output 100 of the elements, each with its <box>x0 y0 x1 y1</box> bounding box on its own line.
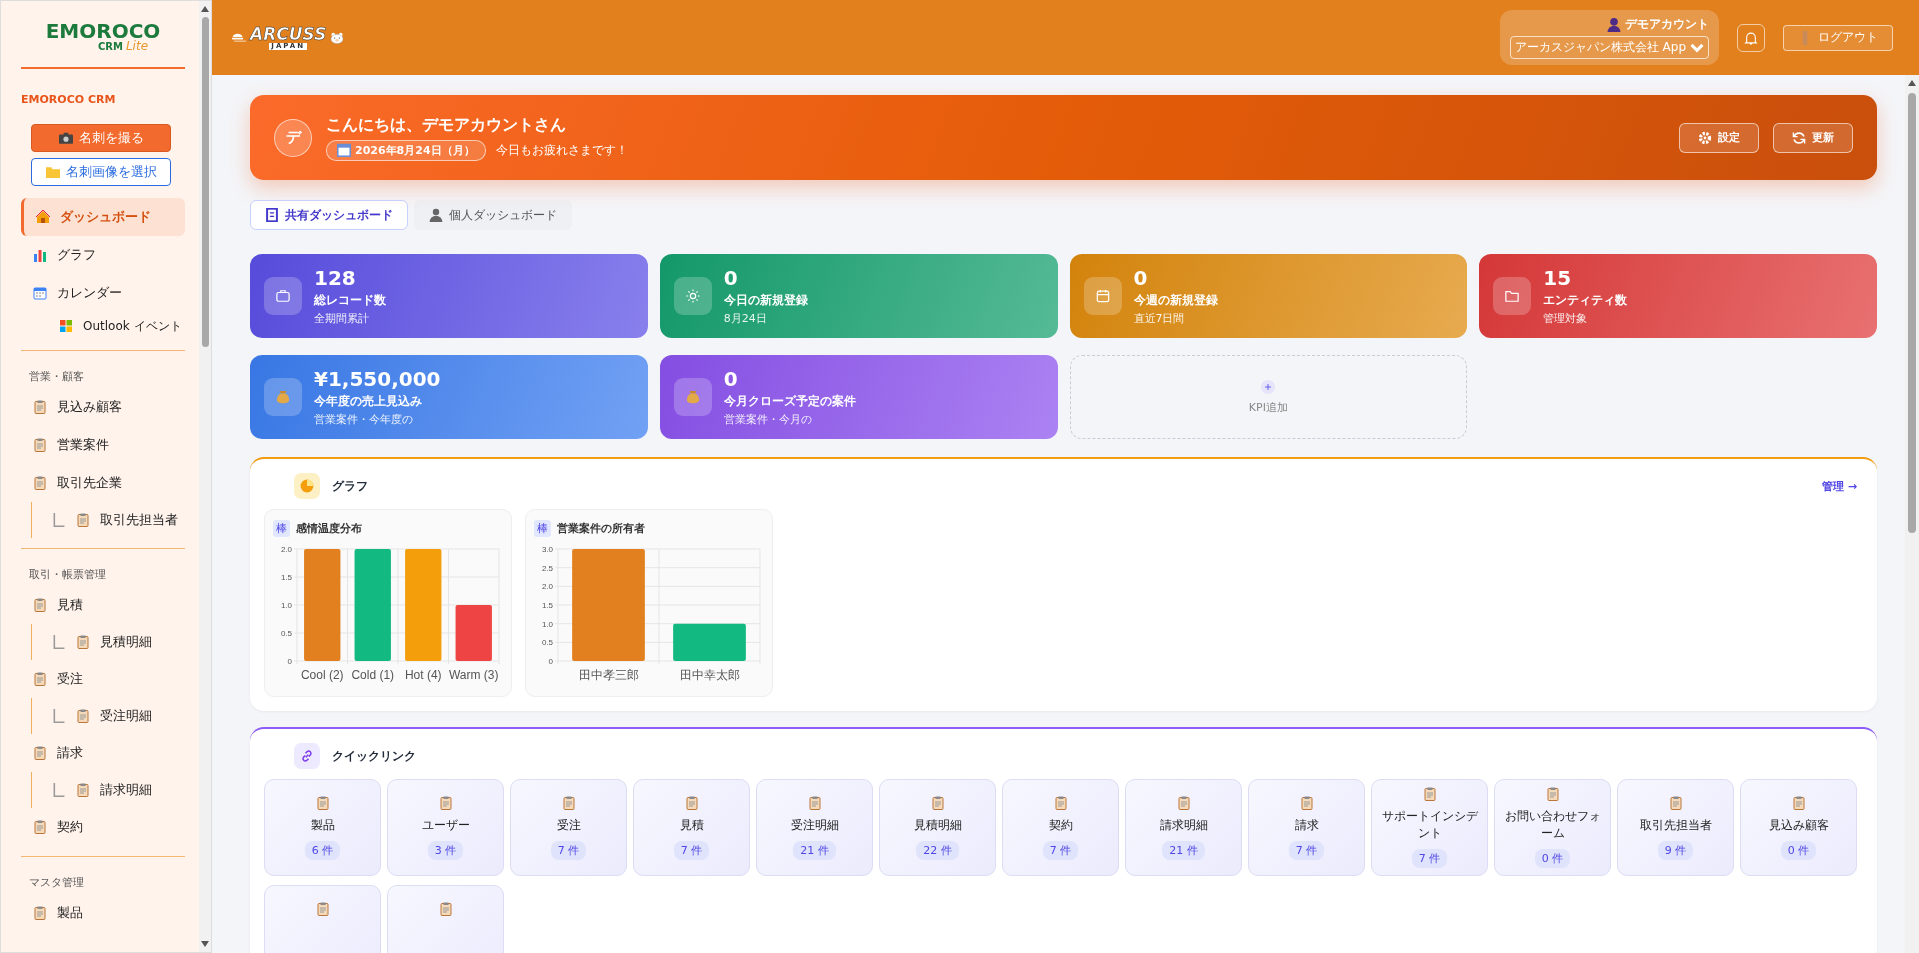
refresh-button[interactable]: 更新 <box>1773 122 1853 153</box>
axis-tick-label: 1.0 <box>280 601 292 610</box>
clipboard-icon <box>807 795 822 810</box>
scroll-thumb[interactable] <box>1908 93 1916 533</box>
nav-item[interactable]: 取引先担当者 <box>40 502 185 538</box>
nav-item[interactable]: 製品 <box>21 894 185 932</box>
scrollbar[interactable] <box>199 1 211 952</box>
briefcase-icon <box>276 289 290 303</box>
nav-item[interactable]: グラフ <box>21 236 185 274</box>
clipboard-icon <box>1053 795 1068 810</box>
clipboard-icon <box>76 709 90 723</box>
pie-chart-icon <box>300 479 314 493</box>
count-badge: 7 件 <box>1042 840 1079 860</box>
quick-link-card[interactable]: 請求 7 件 <box>1248 779 1365 876</box>
scroll-thumb[interactable] <box>201 17 209 347</box>
kpi-caption: 直近7日間 <box>1133 311 1186 326</box>
category-label: Cool (2) <box>300 668 344 682</box>
axis-tick-label: 2.5 <box>541 563 553 573</box>
select-image-button[interactable]: 名刺画像を選択 <box>31 158 171 186</box>
bear-icon <box>330 30 345 45</box>
money-bag-icon <box>276 390 290 404</box>
logo-text: ARCUSS <box>250 25 327 43</box>
notification-button[interactable] <box>1737 23 1765 52</box>
nav-item[interactable]: Outlook イベント <box>39 312 185 340</box>
clipboard-icon <box>1791 795 1806 810</box>
count-badge: 7 件 <box>1288 840 1325 860</box>
calendar-icon <box>337 143 351 157</box>
nav-item[interactable]: 請求 <box>21 734 185 772</box>
chart-type-badge: 棒 <box>273 520 290 537</box>
quick-link-card[interactable]: 請求明細 21 件 <box>1125 779 1242 876</box>
settings-button[interactable]: 設定 <box>1679 122 1759 153</box>
clipboard-icon <box>33 438 47 452</box>
quick-link-card[interactable]: 見積明細 22 件 <box>879 779 996 876</box>
quick-link-card[interactable]: サポートインシデント 7 件 <box>1371 779 1488 876</box>
sun-icon <box>685 289 700 303</box>
kpi-label: 今日の新規登録 <box>723 292 808 309</box>
house-icon <box>36 210 50 224</box>
nav-item[interactable]: 取引先企業 <box>21 464 185 502</box>
category-label: 田中幸太郎 <box>679 668 740 682</box>
welcome-message: 今日もお疲れさまです！ <box>495 141 628 159</box>
quick-link-card[interactable]: 受注 7 件 <box>510 779 627 876</box>
nav-item[interactable]: 見込み顧客 <box>21 388 185 426</box>
clipboard-icon <box>76 513 90 527</box>
clipboard-icon <box>1299 795 1314 810</box>
nav-item[interactable]: 請求明細 <box>40 772 185 808</box>
nav-item[interactable]: 受注 <box>21 660 185 698</box>
person-icon <box>1607 17 1621 32</box>
panel-title: グラフ <box>332 477 369 495</box>
clipboard-icon <box>1545 787 1560 801</box>
clipboard-icon <box>438 795 453 810</box>
chart-title: 感情温度分布 <box>296 521 362 536</box>
axis-tick-label: 0.5 <box>280 629 292 638</box>
count-badge: 21 件 <box>1162 840 1205 860</box>
calendar-icon <box>1095 289 1110 303</box>
category-label: Hot (4) <box>404 668 442 682</box>
bar-chart-icon <box>33 248 47 262</box>
brand-label: EMOROCO CRM <box>21 93 117 106</box>
clipboard-icon <box>684 795 699 810</box>
nav-item[interactable]: 契約 <box>21 808 185 846</box>
kpi-label: 今年度の売上見込み <box>314 393 423 410</box>
axis-tick-label: 0 <box>287 657 292 666</box>
quick-link-card[interactable]: 見込み顧客 0 件 <box>1740 779 1857 876</box>
date-chip: 2026年8月24日（月） <box>326 139 486 161</box>
quick-link-card[interactable]: ユーザー 3 件 <box>387 779 504 876</box>
quick-link-card[interactable]: 受注明細 21 件 <box>756 779 873 876</box>
clipboard-icon <box>1176 795 1191 810</box>
nav-item[interactable]: 見積明細 <box>40 624 185 660</box>
folder-icon <box>45 165 60 179</box>
nav-item[interactable]: 営業案件 <box>21 426 185 464</box>
count-badge: 22 件 <box>916 840 959 860</box>
scroll-up-icon <box>1908 79 1916 87</box>
kpi-caption: 管理対象 <box>1543 311 1589 326</box>
scrollbar[interactable] <box>1905 75 1919 953</box>
quick-link-card[interactable]: 取引先担当者 9 件 <box>1617 779 1734 876</box>
clipboard-icon <box>438 902 453 916</box>
nav-item[interactable]: カレンダー <box>21 274 185 312</box>
folder-icon <box>1505 289 1520 303</box>
settings-icon <box>1698 130 1712 145</box>
quick-link-card[interactable]: 見積 7 件 <box>633 779 750 876</box>
clipboard-icon <box>315 902 330 916</box>
chart-type-badge: 棒 <box>534 520 551 537</box>
section-heading: 取引・帳票管理 <box>29 567 107 582</box>
plus-icon <box>1261 379 1276 394</box>
dashboard-tab[interactable]: 個人ダッシュボード <box>414 200 572 230</box>
clipboard-icon <box>76 783 90 797</box>
quick-link-card[interactable] <box>264 885 381 953</box>
nav-item[interactable]: 見積 <box>21 586 185 624</box>
kpi-caption: 営業案件・今月の <box>723 412 813 427</box>
kpi-caption: 営業案件・今年度の <box>314 412 414 427</box>
quick-link-card[interactable]: お問い合わせフォーム 0 件 <box>1494 779 1611 876</box>
manage-link[interactable]: 管理 → <box>1821 478 1857 494</box>
windows-grid-icon <box>59 319 73 333</box>
count-badge: 7 件 <box>673 840 710 860</box>
dashboard-tab[interactable]: 共有ダッシュボード <box>250 200 408 230</box>
quick-link-card[interactable]: 製品 6 件 <box>264 779 381 876</box>
nav-item[interactable]: ダッシュボード <box>21 198 185 236</box>
quick-link-card[interactable] <box>387 885 504 953</box>
quick-link-card[interactable]: 契約 7 件 <box>1002 779 1119 876</box>
nav-item[interactable]: 受注明細 <box>40 698 185 734</box>
tree-branch-icon <box>52 513 66 527</box>
